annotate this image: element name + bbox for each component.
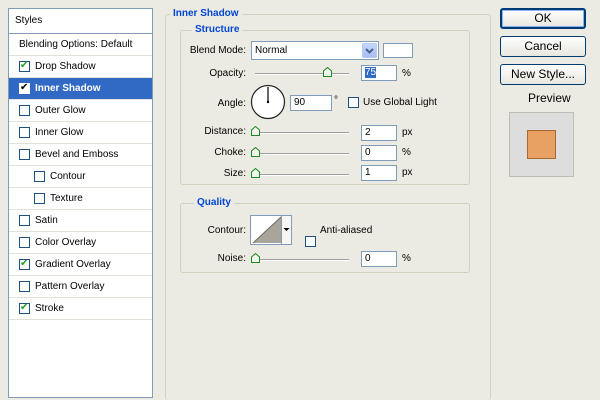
size-slider-thumb[interactable] (251, 168, 260, 178)
distance-unit: px (402, 127, 413, 138)
style-item[interactable]: Color Overlay (9, 232, 152, 254)
style-item[interactable]: Bevel and Emboss (9, 144, 152, 166)
size-input[interactable]: 1 (361, 165, 397, 181)
style-item-label: Pattern Overlay (35, 281, 105, 292)
style-item-checkbox[interactable] (19, 237, 30, 248)
noise-slider-track[interactable] (255, 259, 349, 261)
size-label: Size: (223, 168, 246, 179)
angle-input[interactable]: 90 (290, 95, 332, 111)
noise-input[interactable]: 0 (361, 251, 397, 267)
style-item-checkbox[interactable] (34, 193, 45, 204)
style-item-label: Stroke (35, 303, 64, 314)
style-item[interactable]: Contour (9, 166, 152, 188)
style-item-checkbox[interactable] (19, 215, 30, 226)
anti-aliased-checkbox[interactable] (305, 236, 316, 247)
contour-dropdown-arrow-icon[interactable] (281, 216, 291, 244)
style-item[interactable]: Inner Shadow (9, 78, 152, 100)
contour-preview-icon (252, 216, 282, 244)
style-item-label: Color Overlay (35, 237, 97, 248)
contour-picker[interactable] (250, 215, 292, 245)
blend-mode-label: Blend Mode: (189, 45, 246, 56)
style-item-checkbox[interactable] (19, 105, 30, 116)
choke-label: Choke: (214, 147, 246, 158)
style-item-checkbox[interactable] (19, 257, 30, 270)
styles-header[interactable]: Styles (8, 8, 153, 34)
style-item-checkbox[interactable] (19, 59, 30, 72)
style-item-label: Bevel and Emboss (35, 149, 119, 160)
angle-label: Angle: (217, 98, 246, 109)
style-item-checkbox[interactable] (19, 127, 30, 138)
style-item-label: Contour (50, 171, 86, 182)
style-item-checkbox[interactable] (19, 301, 30, 314)
use-global-light-checkbox[interactable] (348, 97, 359, 108)
style-item-label: Gradient Overlay (35, 259, 111, 270)
angle-dial[interactable] (250, 84, 286, 120)
distance-slider-track[interactable] (255, 132, 349, 134)
anti-aliased-label[interactable]: Anti-aliased (320, 225, 372, 236)
style-item[interactable]: Texture (9, 188, 152, 210)
style-item[interactable]: Stroke (9, 298, 152, 320)
choke-slider-thumb[interactable] (251, 147, 260, 157)
angle-unit: ° (334, 95, 338, 106)
use-global-light-label[interactable]: Use Global Light (363, 97, 437, 108)
style-item[interactable]: Gradient Overlay (9, 254, 152, 276)
style-item-label: Inner Glow (35, 127, 84, 138)
structure-title: Structure (192, 24, 243, 35)
blend-mode-value: Normal (255, 45, 288, 56)
noise-label: Noise: (217, 253, 246, 264)
style-item-checkbox[interactable] (19, 81, 30, 94)
inner-shadow-title: Inner Shadow (170, 8, 242, 19)
preview-label[interactable]: Preview (528, 91, 571, 105)
style-item-label: Inner Shadow (35, 83, 101, 94)
blend-color-swatch[interactable] (383, 43, 413, 58)
style-item-label: Satin (35, 215, 58, 226)
noise-slider-thumb[interactable] (251, 253, 260, 263)
style-item[interactable]: Drop Shadow (9, 56, 152, 78)
distance-slider-thumb[interactable] (251, 126, 260, 136)
style-item-label: Texture (50, 193, 83, 204)
style-item-checkbox[interactable] (34, 171, 45, 182)
style-item-checkbox[interactable] (19, 149, 30, 160)
opacity-value: 75 (365, 67, 377, 78)
size-unit: px (402, 167, 413, 178)
style-item[interactable]: Pattern Overlay (9, 276, 152, 298)
opacity-slider-track[interactable] (255, 73, 349, 75)
noise-unit: % (402, 253, 411, 264)
contour-label: Contour: (207, 225, 246, 236)
preview-frame (509, 112, 574, 177)
opacity-label: Opacity: (209, 68, 246, 79)
style-item[interactable]: Blending Options: Default (9, 34, 152, 56)
style-item-label: Outer Glow (35, 105, 86, 116)
quality-title: Quality (194, 197, 234, 208)
style-item[interactable]: Outer Glow (9, 100, 152, 122)
style-item-checkbox[interactable] (19, 281, 30, 292)
style-item[interactable]: Satin (9, 210, 152, 232)
opacity-unit: % (402, 68, 411, 79)
opacity-slider-thumb[interactable] (323, 67, 332, 77)
chevron-down-icon[interactable] (362, 43, 377, 58)
distance-input[interactable]: 2 (361, 125, 397, 141)
distance-label: Distance: (204, 126, 246, 137)
size-slider-track[interactable] (255, 174, 349, 176)
preview-swatch (527, 130, 556, 159)
opacity-input[interactable]: 75 (361, 65, 397, 81)
cancel-button[interactable]: Cancel (500, 36, 586, 57)
styles-list: Blending Options: Default Drop Shadow Inne… (8, 33, 153, 398)
choke-unit: % (402, 147, 411, 158)
choke-input[interactable]: 0 (361, 145, 397, 161)
blend-mode-select[interactable]: Normal (251, 41, 379, 60)
new-style-button[interactable]: New Style... (500, 64, 586, 85)
style-item-label: Blending Options: Default (19, 39, 133, 50)
choke-slider-track[interactable] (255, 153, 349, 155)
style-item[interactable]: Inner Glow (9, 122, 152, 144)
ok-button[interactable]: OK (500, 8, 586, 29)
style-item-label: Drop Shadow (35, 61, 96, 72)
